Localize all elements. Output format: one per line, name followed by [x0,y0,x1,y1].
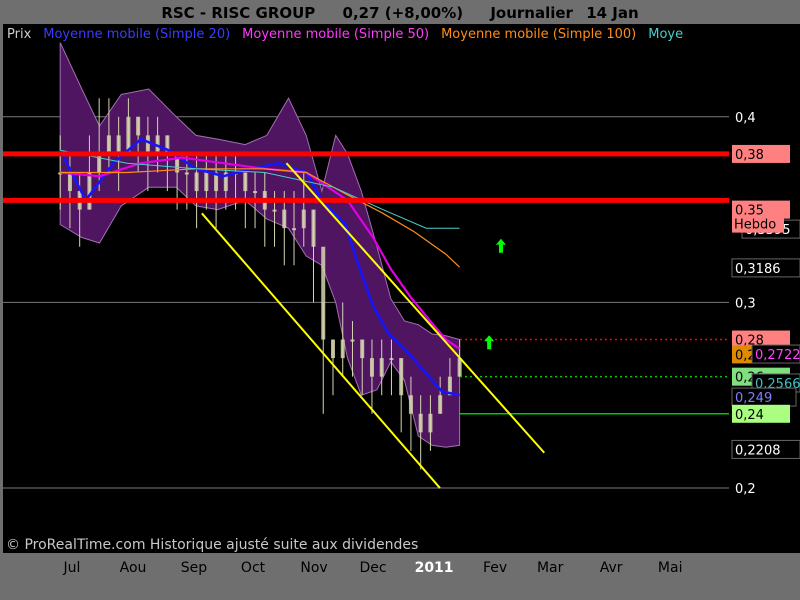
chart-window: RSC - RISC GROUP 0,27 (+8,00%) Journalie… [0,0,800,600]
x-tick-label: Avr [600,560,623,576]
x-tick-label: Dec [360,560,387,576]
price-candle-body [369,358,374,377]
price-label-text: 0,249 [735,391,772,406]
price-candle-body [184,172,189,175]
price-candle-body [408,395,413,414]
footer-copyright: © ProRealTime.com Historique ajusté suit… [6,537,418,553]
price-candle-body [389,358,394,361]
x-tick-label: 2011 [415,560,454,576]
price-candle-body [311,209,316,247]
price-candle-body [116,135,121,154]
price-label-text: 0,38 [735,148,764,163]
price-candle-body [194,172,199,192]
price-candle-body [360,339,365,359]
price-axis [729,24,800,553]
x-tick-label: Sep [181,560,208,576]
legend-item: Moyenne mobile (Simple 50) [242,27,429,42]
price-candle-body [87,172,92,210]
y-tick-label: 0,2 [735,482,756,497]
x-tick-label: Jul [63,560,81,576]
legend-item: Moyenne mobile (Simple 20) [43,27,230,42]
price-candle-body [97,153,102,173]
price-label-text: 0,2208 [735,443,781,458]
price-candle-body [321,246,326,340]
price-candle-body [340,339,345,359]
y-tick-label: 0,3 [735,296,756,311]
x-tick-label: Nov [300,560,327,576]
price-candle-body [350,339,355,342]
price-candle-body [253,191,258,194]
header-ticker: RSC - RISC GROUP [161,4,315,22]
price-candle-body [418,413,423,433]
chart-svg: RSC - RISC GROUP 0,27 (+8,00%) Journalie… [0,0,800,600]
x-tick-label: Mai [658,560,683,576]
price-candle-body [379,358,384,377]
price-label-text: 0,24 [735,408,764,423]
legend-item: Moyenne mobile (Simple 100) [441,27,636,42]
x-tick-label: Oct [241,560,266,576]
legend-item: Prix [7,27,32,42]
price-candle-body [145,135,150,154]
price-candle-body [204,172,209,192]
header-date: 14 Jan [586,4,638,22]
price-candle-body [301,209,306,229]
price-candle-body [282,209,287,229]
price-candle-body [292,228,297,231]
header-quote: 0,27 (+8,00%) [343,4,464,22]
chart-header: RSC - RISC GROUP 0,27 (+8,00%) Journalie… [161,4,638,22]
legend-item: Moye [648,27,683,42]
price-label-text: 0,3186 [735,262,781,277]
annotation-label: Hebdo [734,218,776,233]
x-tick-label: Mar [537,560,564,576]
header-period: Journalier [489,4,573,22]
y-tick-label: 0,4 [735,111,756,126]
price-candle-body [272,209,277,212]
price-candle-body [243,172,248,192]
price-candle-body [438,395,443,414]
x-tick-label: Aou [120,560,147,576]
x-tick-label: Fev [483,560,507,576]
price-candle-body [457,358,462,377]
price-label-text: 0,2722 [755,348,800,363]
price-candle-body [136,116,141,136]
price-candle-body [330,339,335,359]
price-candle-body [67,172,72,192]
price-candle-body [106,135,111,154]
price-candle-body [399,358,404,396]
price-candle-body [428,413,433,433]
